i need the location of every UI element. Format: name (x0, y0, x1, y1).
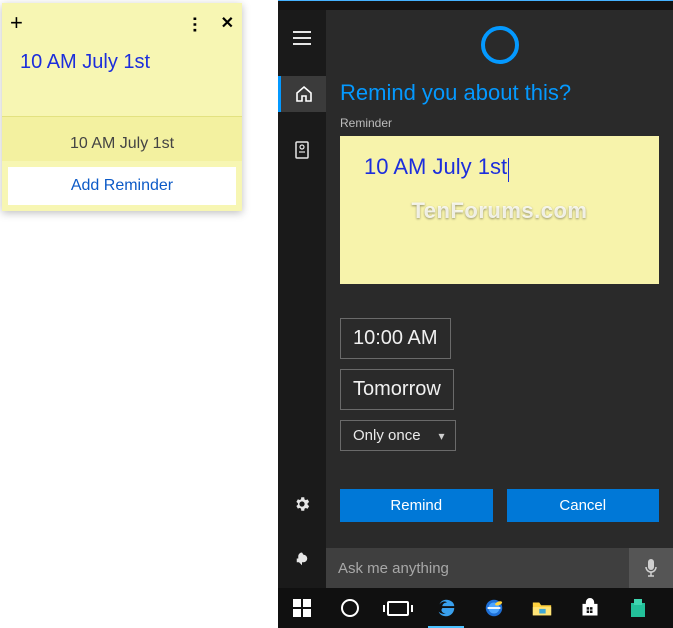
settings-icon[interactable] (278, 486, 326, 522)
windows-icon (293, 599, 311, 617)
remind-button[interactable]: Remind (340, 489, 493, 522)
search-input[interactable] (326, 560, 629, 577)
watermark-text: TenForums.com (340, 198, 659, 224)
close-icon[interactable]: ✕ (221, 13, 234, 33)
start-button[interactable] (278, 588, 326, 628)
cortana-nav-rail (278, 10, 326, 588)
home-icon[interactable] (278, 76, 326, 112)
reminder-note-text: 10 AM July 1st (364, 154, 507, 179)
chevron-down-icon: ▾ (439, 429, 445, 443)
cortana-logo-icon (479, 24, 521, 66)
task-view-icon[interactable] (374, 588, 422, 628)
search-bar (326, 548, 673, 588)
app-icon[interactable] (614, 588, 662, 628)
repeat-value: Only once (353, 427, 421, 444)
notebook-icon[interactable] (278, 132, 326, 168)
cancel-button[interactable]: Cancel (507, 489, 660, 522)
mic-icon[interactable] (629, 548, 673, 588)
cortana-panel: Remind you about this? Reminder 10 AM Ju… (278, 0, 673, 628)
cortana-main: Remind you about this? Reminder 10 AM Ju… (326, 10, 673, 588)
edge-icon[interactable] (422, 588, 470, 628)
add-note-button[interactable]: + (10, 10, 23, 36)
internet-explorer-icon[interactable] (470, 588, 518, 628)
menu-icon[interactable]: … (188, 15, 209, 31)
time-picker[interactable]: 10:00 AM (340, 318, 451, 359)
cortana-taskbar-icon[interactable] (326, 588, 374, 628)
sticky-note-body[interactable]: 10 AM July 1st (2, 43, 242, 114)
day-picker[interactable]: Tomorrow (340, 369, 454, 410)
reminder-note-card[interactable]: 10 AM July 1st TenForums.com (340, 136, 659, 284)
cortana-titlebar (278, 0, 673, 10)
add-reminder-button[interactable]: Add Reminder (8, 167, 236, 205)
file-explorer-icon[interactable] (518, 588, 566, 628)
repeat-dropdown[interactable]: Only once ▾ (340, 420, 456, 451)
sticky-note: + … ✕ 10 AM July 1st 10 AM July 1st Add … (2, 3, 242, 211)
cortana-prompt-title: Remind you about this? (340, 80, 659, 106)
taskbar (278, 588, 673, 628)
detected-time-label: 10 AM July 1st (2, 116, 242, 161)
hamburger-icon[interactable] (278, 20, 326, 56)
sticky-toolbar: + … ✕ (2, 3, 242, 43)
feedback-icon[interactable] (278, 542, 326, 578)
store-icon[interactable] (566, 588, 614, 628)
reminder-label: Reminder (340, 116, 659, 130)
